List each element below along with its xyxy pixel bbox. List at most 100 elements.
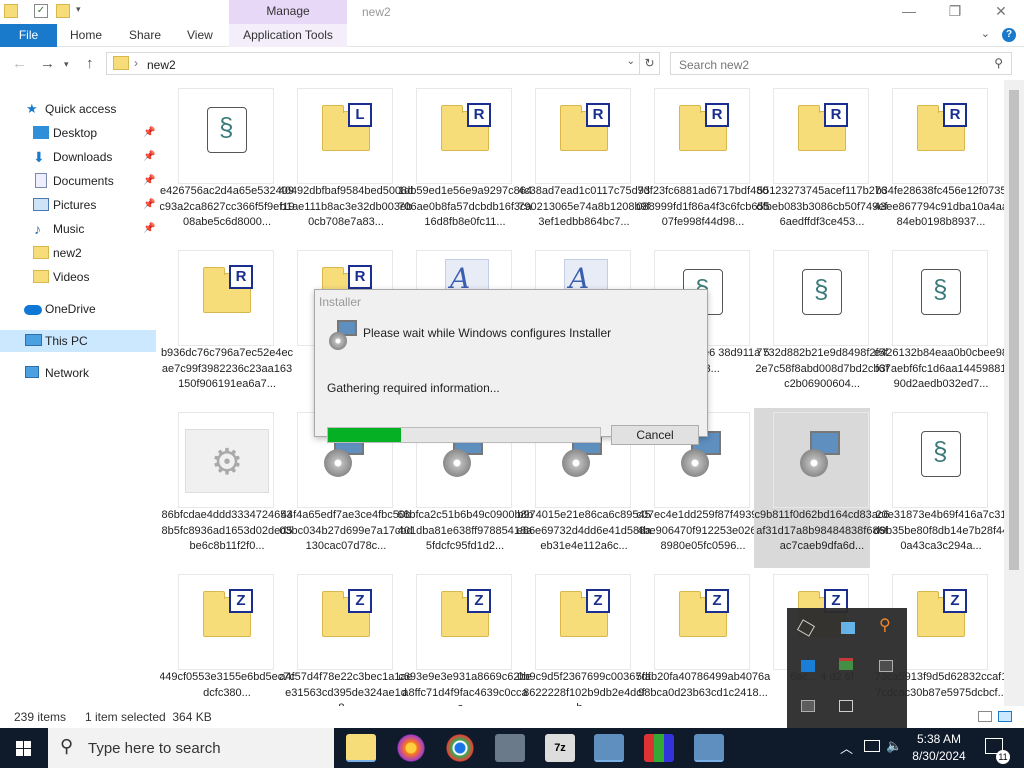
file-item[interactable]: Z 5fab20fa40786499ab4076a98bca0d23b63cd1c… — [635, 570, 770, 706]
sidebar-item-this-pc[interactable]: This PC — [0, 330, 156, 352]
file-item[interactable]: Z 0b9c9d5f2367699c00367df8622228f102b9db2… — [516, 570, 651, 706]
pictures-icon — [33, 198, 49, 211]
manage-tab[interactable]: Manage — [229, 0, 347, 24]
file-thumbnail: R — [416, 88, 512, 184]
file-name: b974015e21e86ca6c89545e86e69732d4dd6e41d… — [516, 509, 652, 552]
file-explorer-icon[interactable] — [346, 734, 376, 762]
taskbar-search-box[interactable]: ⚲ Type here to search — [48, 728, 334, 768]
file-thumbnail: Z — [416, 574, 512, 670]
installer-taskbar-icon[interactable] — [694, 734, 724, 762]
new-folder-icon[interactable] — [56, 4, 70, 18]
minimize-button[interactable]: — — [886, 0, 932, 24]
tray-search-icon[interactable]: ⚲ — [879, 618, 893, 634]
tray-app-icon[interactable] — [841, 622, 855, 634]
pin-icon: 📌 — [143, 199, 156, 210]
sidebar-item-pictures[interactable]: Pictures 📌 — [0, 194, 156, 216]
archive-badge-icon: R — [586, 103, 610, 127]
large-icons-view-icon[interactable] — [998, 711, 1012, 722]
file-item[interactable]: 7732d882b21e9d8498f2f5f2e7c58f8abd008d7b… — [754, 246, 889, 406]
file-thumbnail: ⚙ — [178, 412, 274, 508]
search-icon[interactable]: ⚲ — [994, 56, 1003, 70]
sidebar-item-music[interactable]: ♪ Music 📌 — [0, 218, 156, 240]
tab-view[interactable]: View — [187, 24, 213, 47]
file-item[interactable]: Za4f57d4f78e22c3bec1a1aee31563cd395de324… — [278, 570, 413, 706]
network-status-icon[interactable] — [864, 740, 880, 752]
sidebar-item-network[interactable]: Network — [0, 362, 156, 384]
file-thumbnail: R — [535, 88, 631, 184]
chrome-icon[interactable] — [445, 734, 475, 762]
file-item[interactable]: Z 449cf0553e3155e6bd5ec7cdcfc380... — [160, 570, 295, 706]
back-icon[interactable]: ← — [12, 55, 27, 72]
volume-icon[interactable]: 🔈 — [886, 738, 902, 754]
tray-app-icon[interactable] — [879, 660, 893, 672]
file-thumbnail: R — [654, 88, 750, 184]
file-item[interactable]: Zc693e9e3e931a8669c62bea8ffc71d4f9fac463… — [397, 570, 532, 706]
file-name: 4c38ad7ead1c0117c75d93790213065e74a8b120… — [518, 185, 650, 228]
dialog-message: Please wait while Windows configures Ins… — [363, 326, 612, 340]
sidebar-item-new2[interactable]: new2 — [0, 242, 156, 264]
firefox-icon[interactable] — [396, 734, 426, 762]
sidebar-item-onedrive[interactable]: OneDrive — [0, 298, 156, 320]
file-item[interactable]: e426756ac2d4a65e532409c93a2ca8627cc366f5… — [160, 84, 295, 244]
address-dropdown-icon[interactable]: ⌄ — [627, 56, 635, 67]
help-icon[interactable]: ? — [1002, 28, 1016, 42]
sidebar-item-quick-access[interactable]: ★ Quick access — [0, 98, 156, 120]
sidebar-item-desktop[interactable]: Desktop 📌 — [0, 122, 156, 144]
app-icon[interactable] — [495, 734, 525, 762]
file-item[interactable]: Rb936dc76c796a7ec52e4ecae7c99f3982236c23… — [160, 246, 293, 406]
file-name: 44f4a65edf7ae3ce4fbc50b03bc034b27d699e7a… — [279, 509, 413, 552]
progress-bar — [327, 427, 601, 443]
network-icon — [25, 366, 39, 378]
refresh-icon[interactable]: ↻ — [640, 52, 660, 75]
tab-share[interactable]: Share — [129, 24, 161, 47]
tray-app-icon[interactable] — [801, 700, 815, 712]
properties-icon[interactable]: ✓ — [34, 4, 48, 18]
tray-app-icon[interactable] — [839, 658, 853, 670]
sidebar-item-documents[interactable]: Documents 📌 — [0, 170, 156, 192]
file-item[interactable]: e426132b84eaa0b0cbee98f67aebf6fc1d6aa144… — [873, 246, 1004, 406]
file-item[interactable]: R 7df23fc6881ad6717bdf480088999fd1f86a4f3… — [635, 84, 770, 244]
file-name: 66bfca2c51b6b49c0900b8b401dba81e638ff978… — [397, 509, 533, 552]
details-view-icon[interactable] — [978, 711, 992, 722]
file-tab[interactable]: File — [0, 24, 57, 47]
start-button[interactable] — [0, 728, 48, 768]
sidebar-item-downloads[interactable]: ⬇ Downloads 📌 — [0, 146, 156, 168]
file-item[interactable]: 20e31873e4b69f416a7c31d9b35be80f8db14e7b… — [873, 408, 1004, 568]
app-icon[interactable] — [644, 734, 674, 762]
up-icon[interactable]: ↑ — [86, 55, 94, 72]
tab-application-tools[interactable]: Application Tools — [229, 24, 347, 47]
tray-app-icon[interactable] — [801, 660, 815, 672]
7zip-icon[interactable]: 7z — [545, 734, 575, 762]
maximize-button[interactable]: ❐ — [932, 0, 978, 24]
network-app-icon[interactable] — [594, 734, 624, 762]
sidebar-item-label: Pictures — [53, 198, 97, 212]
file-item[interactable]: ⚙ 86bfcdae4ddd33347246538b5fc8936ad1653d0… — [160, 408, 292, 568]
taskbar-clock[interactable]: 5:38 AM 8/30/2024 — [906, 731, 972, 765]
installer-icon — [800, 431, 844, 479]
file-item[interactable]: R 1db59ed1e56e9a9297c864706ae0b8fa57dcbdb… — [397, 84, 532, 244]
file-item[interactable]: L 40492dbfbaf9584bed5008db1ae111b8ac3e32d… — [278, 84, 413, 244]
recent-locations-icon[interactable]: ▾ — [64, 59, 69, 70]
archive-badge-icon: R — [824, 103, 848, 127]
address-bar[interactable]: › new2 ⌄ — [106, 52, 640, 75]
file-item[interactable]: c9b811f0d62bd164cd83ac6af31d17a8b9848483… — [754, 408, 889, 568]
customize-toolbar-icon[interactable]: ▾ — [76, 4, 90, 18]
show-hidden-icons-icon[interactable]: ︿ — [840, 738, 853, 757]
installer-dialog: Installer Please wait while Windows conf… — [314, 289, 708, 445]
tray-app-icon[interactable] — [839, 700, 853, 712]
vertical-scrollbar[interactable] — [1004, 80, 1024, 706]
file-item[interactable]: R 4c38ad7ead1c0117c75d93790213065e74a8b12… — [516, 84, 650, 244]
tray-app-icon[interactable] — [796, 619, 816, 637]
tab-home[interactable]: Home — [70, 24, 102, 47]
file-item[interactable]: R 55123273745acef117b276dfbeb083b3086cb50… — [754, 84, 887, 244]
search-input[interactable]: Search new2 ⚲ — [670, 52, 1012, 75]
file-item[interactable]: Rb34fe28638fc456e12f073543ee867794c91dba… — [873, 84, 1004, 244]
close-button[interactable]: ✕ — [978, 0, 1024, 24]
breadcrumb[interactable]: new2 — [147, 58, 176, 72]
cancel-button[interactable]: Cancel — [611, 425, 699, 445]
progress-fill — [328, 428, 402, 442]
scrollbar-thumb[interactable] — [1009, 90, 1019, 570]
sidebar-item-videos[interactable]: Videos — [0, 266, 156, 288]
expand-ribbon-icon[interactable]: ⌄ — [981, 27, 990, 40]
forward-icon[interactable]: → — [40, 55, 55, 72]
